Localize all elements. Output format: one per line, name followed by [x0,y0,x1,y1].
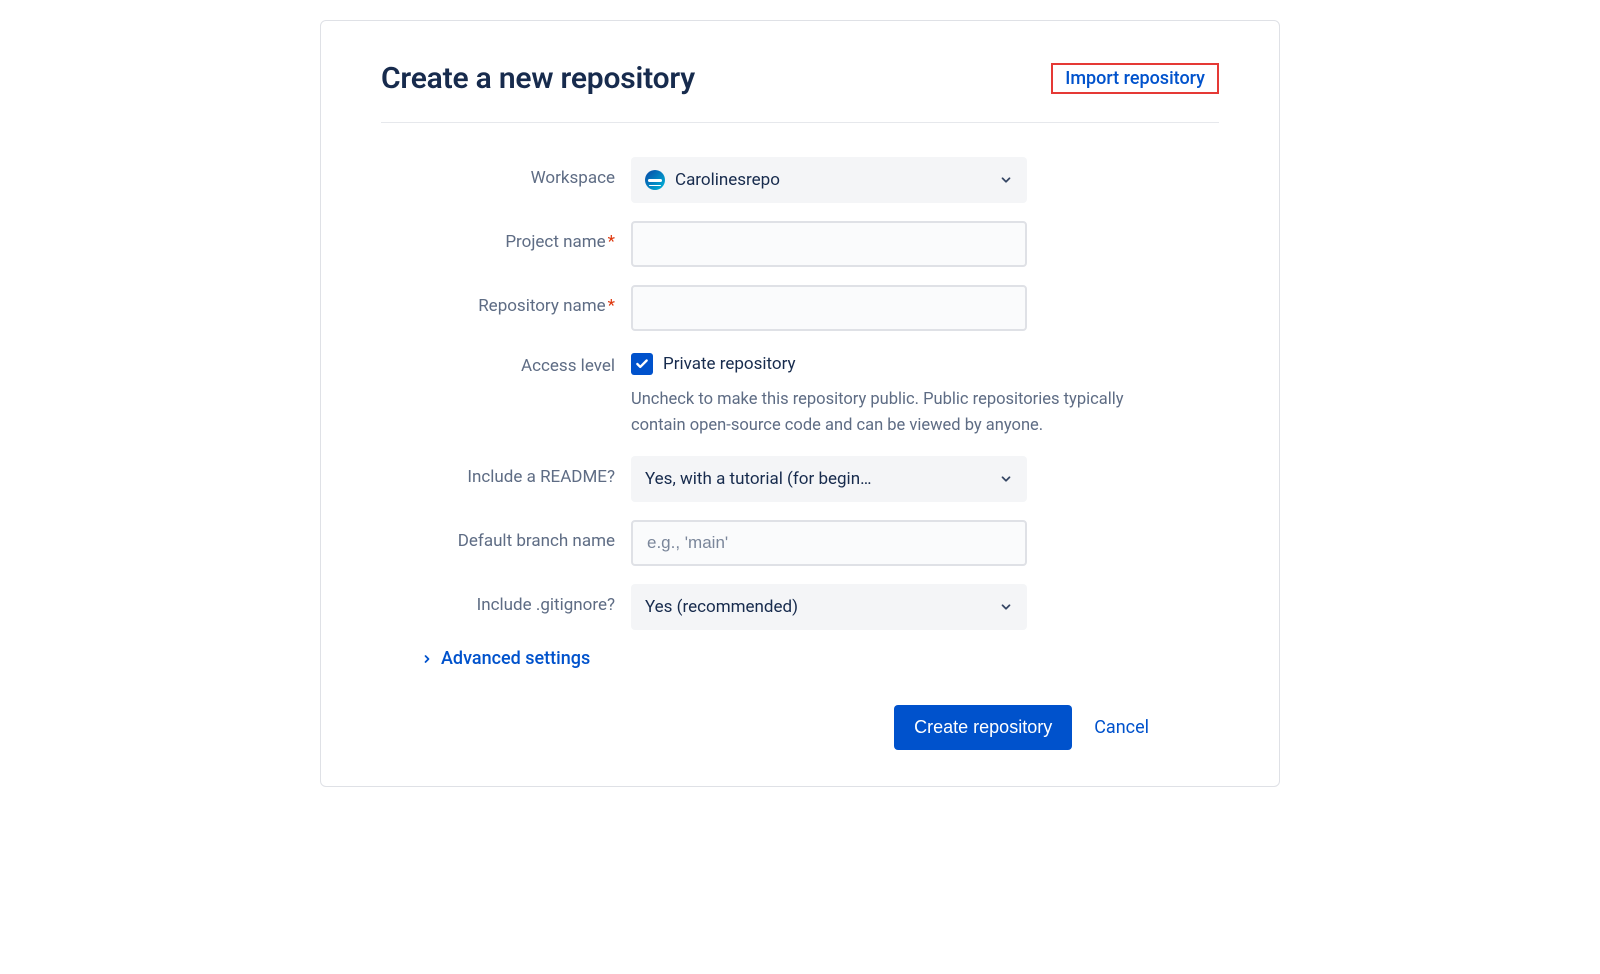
workspace-label: Workspace [391,157,631,190]
repository-name-label: Repository name* [391,285,631,318]
default-branch-label: Default branch name [391,520,631,553]
default-branch-input[interactable] [631,520,1027,566]
chevron-down-icon [999,173,1013,187]
include-gitignore-label: Include .gitignore? [391,584,631,617]
advanced-settings-label: Advanced settings [441,648,590,669]
form-footer: Create repository Cancel [391,705,1209,750]
row-include-gitignore: Include .gitignore? Yes (recommended) [391,584,1209,630]
workspace-avatar-icon [645,170,665,190]
required-asterisk: * [608,296,615,316]
project-name-input[interactable] [631,221,1027,267]
access-level-hint: Uncheck to make this repository public. … [631,387,1151,438]
row-project-name: Project name* [391,221,1209,267]
create-repository-button[interactable]: Create repository [894,705,1072,750]
cancel-link[interactable]: Cancel [1094,717,1149,738]
row-workspace: Workspace Carolinesrepo [391,157,1209,203]
include-gitignore-select[interactable]: Yes (recommended) [631,584,1027,630]
workspace-select[interactable]: Carolinesrepo [631,157,1027,203]
access-level-label: Access level [391,349,631,378]
include-gitignore-value: Yes (recommended) [645,597,808,617]
row-default-branch: Default branch name [391,520,1209,566]
include-readme-value: Yes, with a tutorial (for begin… [645,469,881,489]
advanced-settings-toggle[interactable]: Advanced settings [421,648,1209,669]
chevron-down-icon [999,600,1013,614]
form-area: Workspace Carolinesrepo Project name* Re… [381,157,1219,750]
chevron-right-icon [421,653,433,665]
required-asterisk: * [608,232,615,252]
check-icon [635,357,649,371]
page-title: Create a new repository [381,61,695,96]
include-readme-label: Include a README? [391,456,631,489]
row-access-level: Access level Private repository Uncheck … [391,349,1209,438]
row-repository-name: Repository name* [391,285,1209,331]
repository-name-input[interactable] [631,285,1027,331]
workspace-value: Carolinesrepo [675,170,790,190]
project-name-label: Project name* [391,221,631,254]
import-repository-link[interactable]: Import repository [1051,63,1219,94]
create-repo-card: Create a new repository Import repositor… [320,20,1280,787]
row-include-readme: Include a README? Yes, with a tutorial (… [391,456,1209,502]
private-repo-checkbox-label: Private repository [663,354,796,374]
private-repo-checkbox[interactable] [631,353,653,375]
card-header: Create a new repository Import repositor… [381,61,1219,123]
chevron-down-icon [999,472,1013,486]
include-readme-select[interactable]: Yes, with a tutorial (for begin… [631,456,1027,502]
